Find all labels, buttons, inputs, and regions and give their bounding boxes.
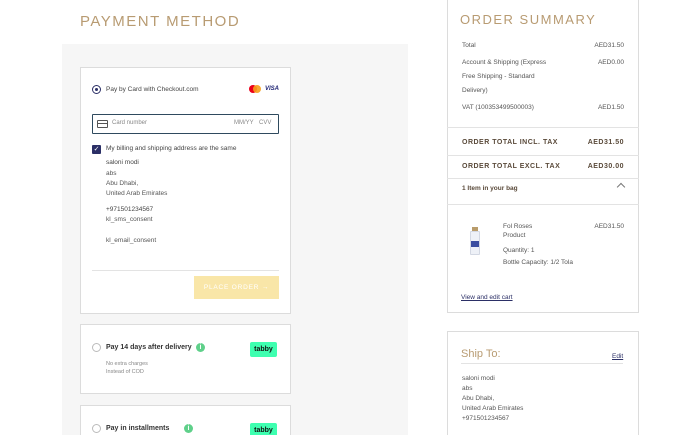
ship-name: saloni modi <box>462 375 495 382</box>
total-excl-value: AED30.00 <box>587 163 624 170</box>
card-option-label[interactable]: Pay by Card with Checkout.com <box>106 86 198 93</box>
expiry-placeholder: MM/YY <box>234 120 254 126</box>
sms-consent: kl_sms_consent <box>106 216 153 223</box>
card-divider <box>92 270 279 271</box>
tabby-installments-label[interactable]: Pay in installments <box>106 425 169 432</box>
billing-line1: abs <box>106 170 117 177</box>
card-number-input[interactable]: Card number MM/YY CVV <box>92 114 279 134</box>
tabby-sub-2: Instead of COD <box>106 369 144 375</box>
credit-card-icon <box>97 120 108 128</box>
summary-divider <box>447 204 639 205</box>
tabby-sub-1: No extra charges <box>106 361 148 367</box>
place-order-button[interactable]: PLACE ORDER → <box>194 276 279 299</box>
vat-value: AED1.50 <box>597 104 624 111</box>
item-quantity: Quantity: 1 <box>503 247 535 254</box>
vat-label: VAT (100353499500003) <box>462 104 534 111</box>
shipping-label-2: Free Shipping - Standard <box>462 73 535 80</box>
total-value: AED31.50 <box>594 42 624 49</box>
payment-method-title: PAYMENT METHOD <box>80 13 241 30</box>
billing-city: Abu Dhabi, <box>106 180 139 187</box>
ship-line1: abs <box>462 385 473 392</box>
place-order-label: PLACE ORDER <box>203 284 260 291</box>
arrow-right-icon: → <box>261 284 270 291</box>
visa-icon: VISA <box>265 86 280 92</box>
card-number-placeholder: Card number <box>112 120 148 126</box>
info-icon[interactable]: i <box>196 343 205 352</box>
order-summary-title: ORDER SUMMARY <box>460 12 597 27</box>
total-excl-label: ORDER TOTAL EXCL. TAX <box>462 163 561 170</box>
item-capacity: Bottle Capacity: 1/2 Tola <box>503 259 573 266</box>
mastercard-icon <box>249 85 261 93</box>
tabby-logo: tabby <box>250 342 277 357</box>
summary-divider <box>447 178 639 179</box>
bag-toggle[interactable]: 1 Item in your bag <box>462 185 518 192</box>
total-label: Total <box>462 42 476 49</box>
total-incl-label: ORDER TOTAL INCL. TAX <box>462 139 558 146</box>
item-name-2[interactable]: Product <box>503 232 525 239</box>
item-name-1[interactable]: Fol Roses <box>503 223 532 230</box>
billing-phone: +971501234567 <box>106 206 154 213</box>
card-option-radio[interactable] <box>92 85 101 94</box>
tabby-pay-later-label[interactable]: Pay 14 days after delivery <box>106 344 192 351</box>
tabby-pay-later-option[interactable] <box>80 324 291 394</box>
info-icon[interactable]: i <box>184 424 193 433</box>
billing-country: United Arab Emirates <box>106 190 168 197</box>
email-consent: kl_email_consent <box>106 237 157 244</box>
shipping-label-3: Delivery) <box>462 87 488 94</box>
tabby-logo: tabby <box>250 423 277 435</box>
view-edit-cart-link[interactable]: View and edit cart <box>461 294 513 301</box>
shipping-value: AED0.00 <box>597 59 624 66</box>
shipping-label-1: Account & Shipping (Express <box>462 59 547 66</box>
ship-country: United Arab Emirates <box>462 405 524 412</box>
ship-to-title: Ship To: <box>461 348 501 360</box>
ship-divider <box>461 363 623 364</box>
same-address-label: My billing and shipping address are the … <box>106 145 237 152</box>
item-price: AED31.50 <box>594 223 624 230</box>
total-incl-value: AED31.50 <box>587 139 624 146</box>
tabby-installments-radio[interactable] <box>92 424 101 433</box>
tabby-pay-later-radio[interactable] <box>92 343 101 352</box>
ship-edit-link[interactable]: Edit <box>612 353 623 360</box>
summary-divider <box>447 155 639 156</box>
same-address-checkbox[interactable]: ✓ <box>92 145 101 154</box>
cvv-placeholder: CVV <box>259 120 272 126</box>
summary-divider <box>447 127 639 128</box>
billing-name: saloni modi <box>106 159 139 166</box>
product-image[interactable] <box>467 227 483 257</box>
ship-city: Abu Dhabi, <box>462 395 495 402</box>
ship-phone: +971501234567 <box>462 415 510 422</box>
